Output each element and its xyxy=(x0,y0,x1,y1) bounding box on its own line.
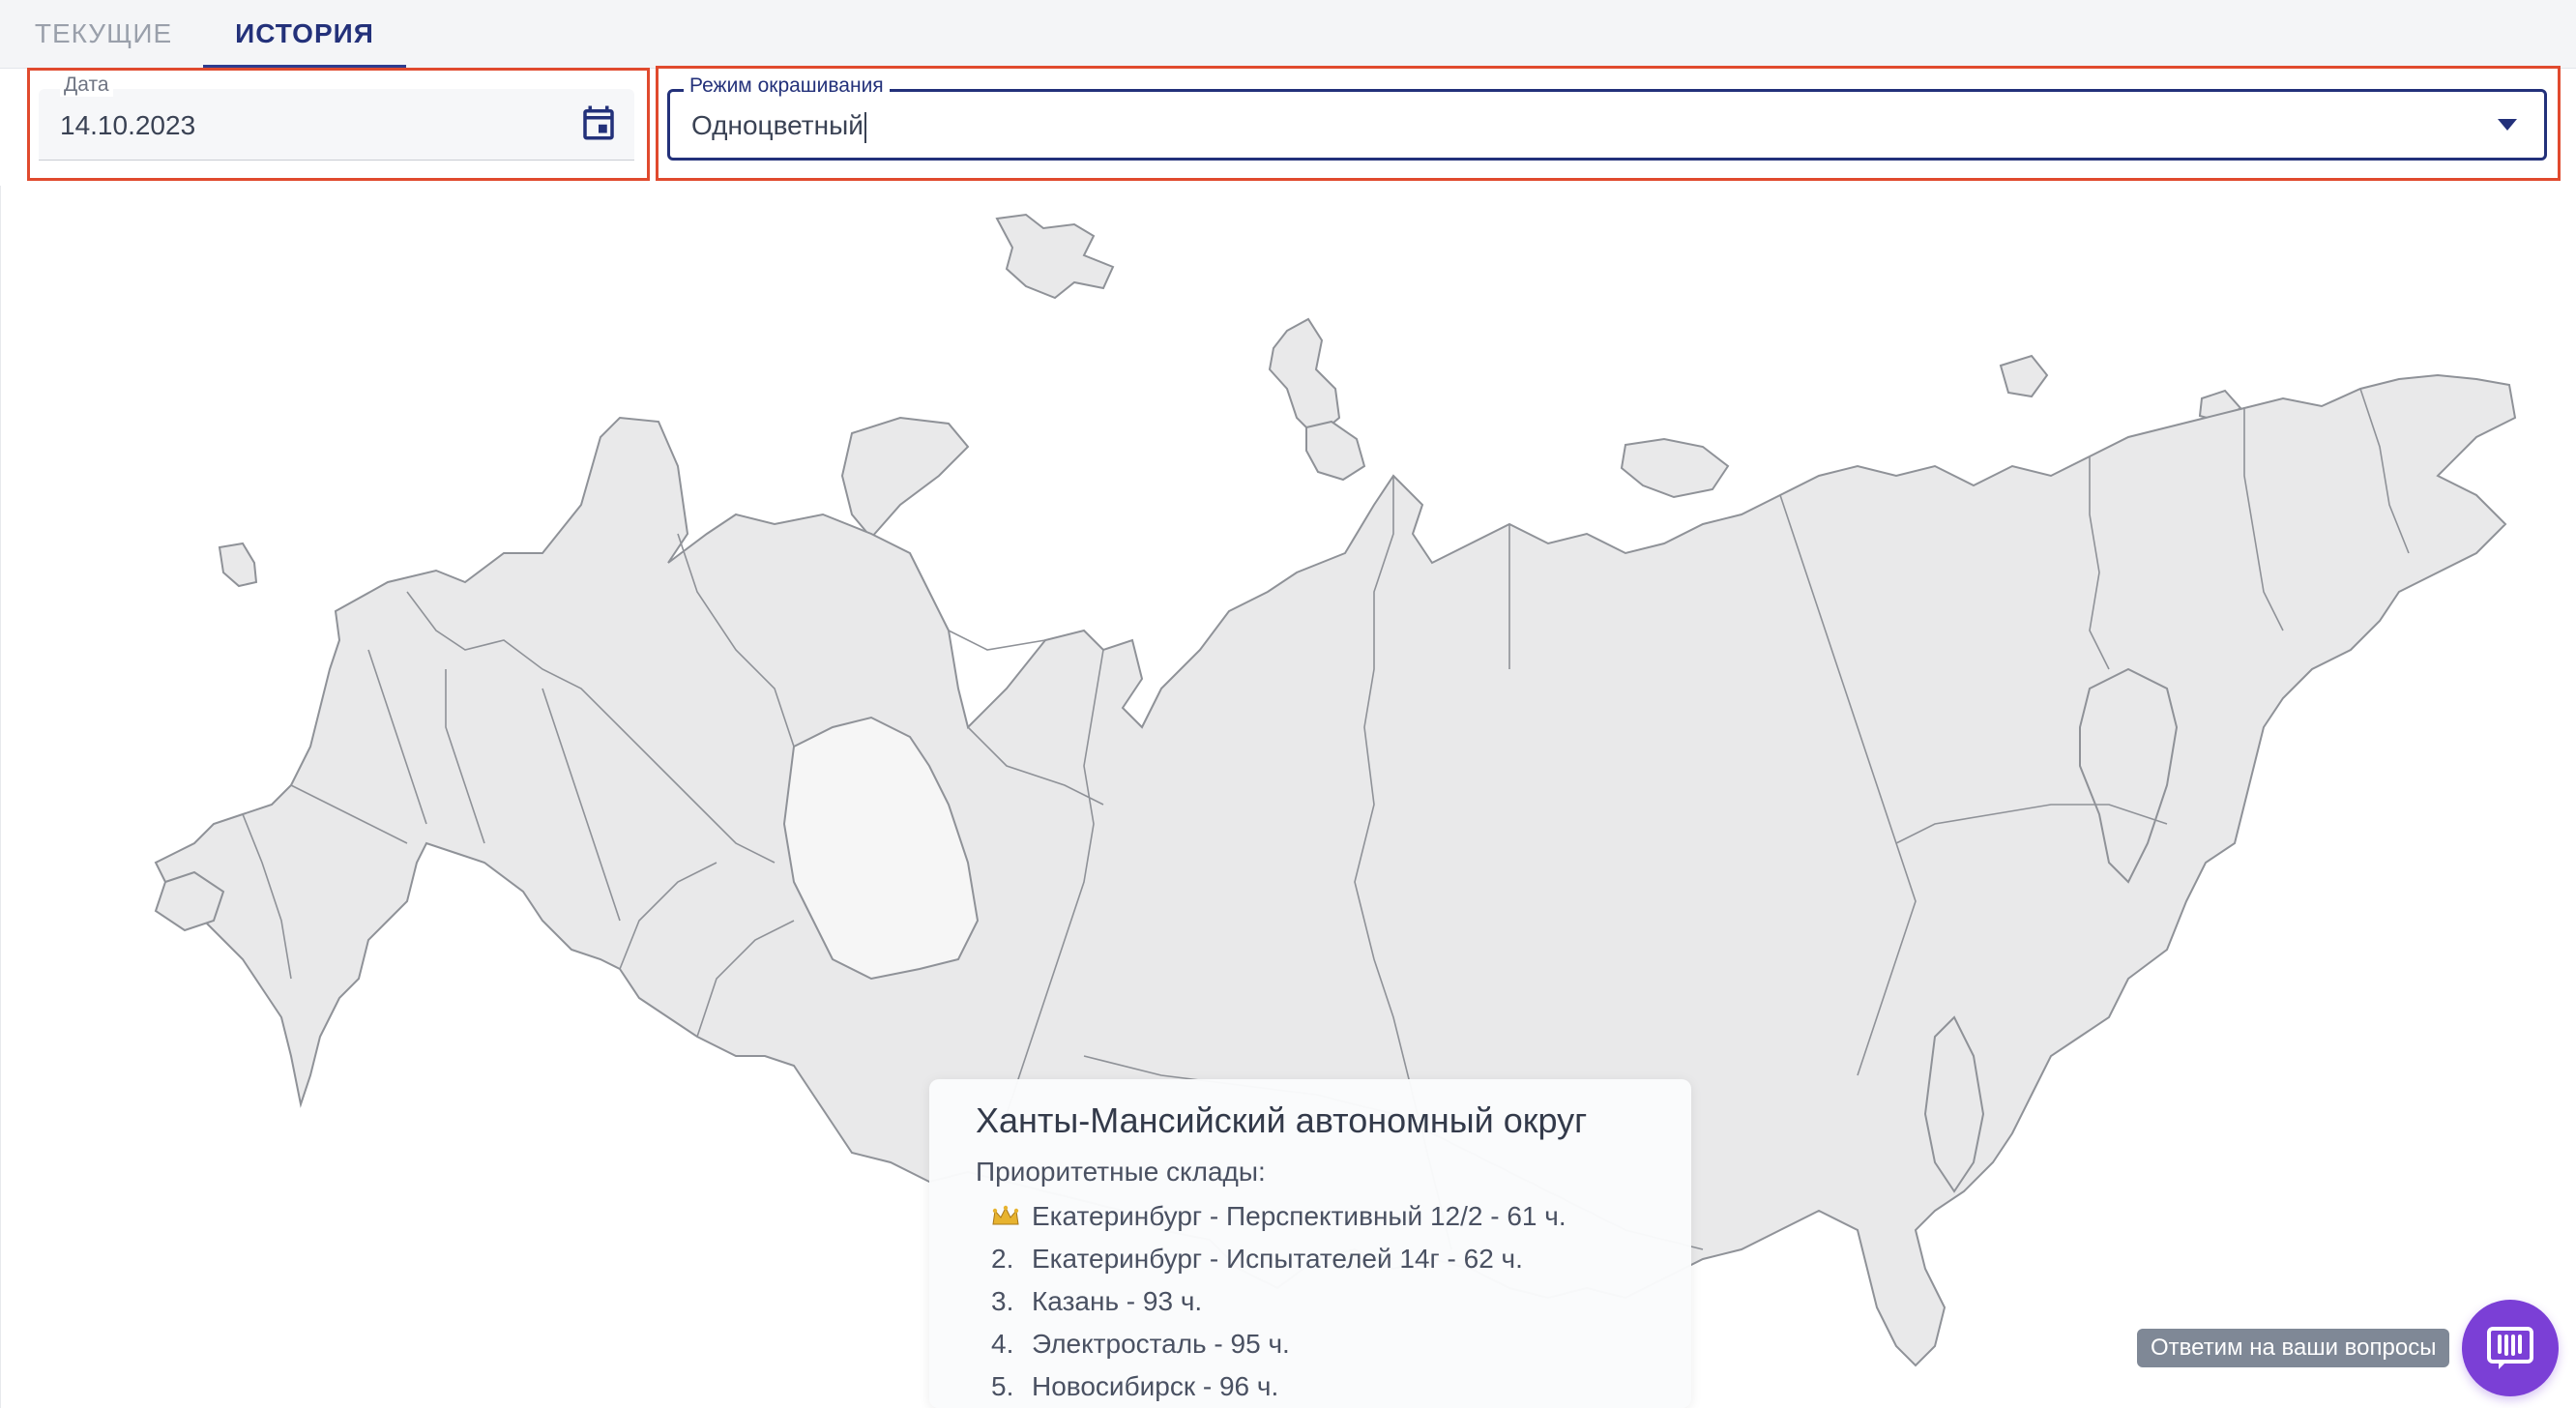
tab-current[interactable]: ТЕКУЩИЕ xyxy=(21,0,186,68)
crown-icon xyxy=(992,1205,1019,1225)
list-item: Екатеринбург - Перспективный 12/2 - 61 ч… xyxy=(991,1195,1566,1238)
warehouse-entry: Казань - 93 ч. xyxy=(1032,1286,1203,1316)
coloring-mode-select[interactable]: Режим окрашивания Одноцветный xyxy=(667,74,2547,161)
date-value[interactable]: 14.10.2023 xyxy=(60,110,195,141)
list-item: 4. Электросталь - 95 ч. xyxy=(991,1323,1566,1365)
page-root: ТЕКУЩИЕ ИСТОРИЯ Дата 14.10.2023 Режим ок… xyxy=(0,0,2576,1408)
tab-history[interactable]: ИСТОРИЯ xyxy=(203,0,406,68)
chevron-down-icon[interactable] xyxy=(2496,117,2519,132)
warehouse-entry: Екатеринбург - Перспективный 12/2 - 61 ч… xyxy=(1032,1201,1566,1231)
tooltip-subtitle: Приоритетные склады: xyxy=(976,1157,1266,1187)
region-novaya-zemlya[interactable] xyxy=(1268,317,1341,439)
warehouse-entry: Электросталь - 95 ч. xyxy=(1032,1329,1290,1359)
region-novaya-zemlya-south[interactable] xyxy=(1305,420,1366,482)
calendar-icon[interactable] xyxy=(578,103,619,143)
list-item: 5. Новосибирск - 96 ч. xyxy=(991,1365,1566,1408)
list-item: 2. Екатеринбург - Испытателей 14г - 62 ч… xyxy=(991,1238,1566,1280)
warehouse-rank: 3. xyxy=(991,1286,1014,1316)
warehouse-rank: 4. xyxy=(991,1329,1014,1359)
date-label: Дата xyxy=(60,73,113,97)
warehouse-rank: 5. xyxy=(991,1371,1014,1401)
chat-icon xyxy=(2487,1327,2533,1369)
list-item: 3. Казань - 93 ч. xyxy=(991,1280,1566,1323)
region-severnaya-zemlya[interactable] xyxy=(1620,437,1730,499)
tab-bar: ТЕКУЩИЕ ИСТОРИЯ xyxy=(0,0,2576,70)
region-new-siberian-islands[interactable] xyxy=(1999,354,2049,398)
text-caret xyxy=(864,111,866,143)
coloring-mode-text: Одноцветный xyxy=(691,110,864,140)
chat-help-label[interactable]: Ответим на ваши вопросы xyxy=(2137,1329,2450,1367)
region-tooltip: Ханты-Мансийский автономный округ Приори… xyxy=(929,1079,1691,1408)
warehouse-entry: Екатеринбург - Испытателей 14г - 62 ч. xyxy=(1032,1244,1523,1274)
coloring-mode-label: Режим окрашивания xyxy=(684,74,890,98)
tooltip-region-name: Ханты-Мансийский автономный округ xyxy=(976,1100,1588,1140)
region-franz-josef[interactable] xyxy=(995,213,1115,300)
warehouse-entry: Новосибирск - 96 ч. xyxy=(1032,1371,1279,1401)
chat-button[interactable] xyxy=(2462,1300,2559,1396)
region-kolguev[interactable] xyxy=(840,416,970,540)
coloring-mode-value[interactable]: Одноцветный xyxy=(691,110,866,143)
tooltip-warehouse-list: Екатеринбург - Перспективный 12/2 - 61 ч… xyxy=(991,1195,1566,1408)
warehouse-rank: 2. xyxy=(991,1244,1014,1274)
region-kaliningrad[interactable] xyxy=(218,542,258,588)
date-field[interactable]: Дата 14.10.2023 xyxy=(39,73,634,161)
russia-map[interactable]: Ханты-Мансийский автономный округ Приори… xyxy=(0,186,2576,1408)
